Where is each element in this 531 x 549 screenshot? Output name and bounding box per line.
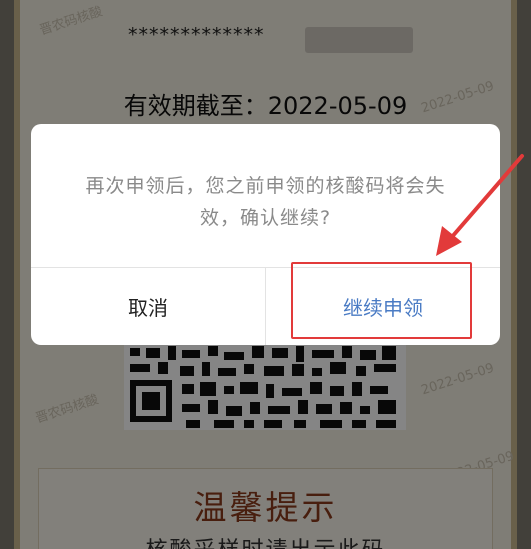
annotation-highlight-box (291, 262, 472, 339)
dialog-message: 再次申领后，您之前申领的核酸码将会失效，确认继续? (85, 175, 446, 229)
cancel-button[interactable]: 取消 (31, 268, 265, 345)
